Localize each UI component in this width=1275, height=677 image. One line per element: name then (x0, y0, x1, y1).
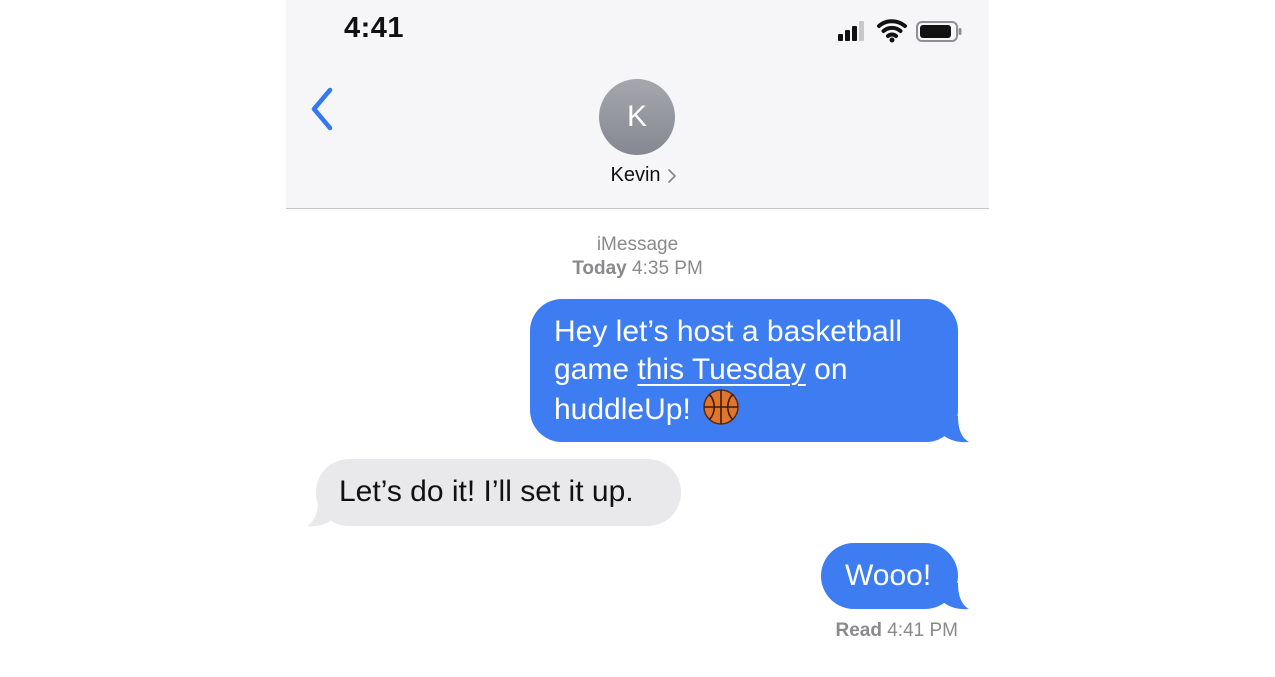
contact-name-button[interactable]: Kevin (610, 164, 676, 187)
chevron-left-icon (311, 87, 333, 131)
message-bubble-sent[interactable]: Hey let’s host a basketball game this Tu… (530, 299, 958, 442)
read-label: Read (835, 620, 882, 641)
date-link[interactable]: this Tuesday (637, 353, 805, 386)
date-time: 4:35 PM (632, 258, 703, 279)
message-bubble-received[interactable]: Let’s do it! I’ll set it up. (316, 459, 681, 526)
basketball-icon (703, 389, 739, 425)
chevron-right-icon (667, 168, 676, 183)
back-button[interactable] (304, 84, 344, 134)
message-text: Let’s do it! I’ll set it up. (339, 475, 634, 508)
message-text: Wooo! (845, 559, 932, 592)
contact-avatar[interactable]: K (599, 79, 675, 155)
read-receipt: Read 4:41 PM (835, 620, 958, 642)
date-label: Today 4:35 PM (286, 257, 989, 281)
cellular-signal-icon (838, 21, 864, 41)
conversation-meta: iMessage Today 4:35 PM (286, 233, 989, 281)
avatar-initial: K (626, 100, 647, 133)
status-bar-time: 4:41 (344, 12, 405, 44)
message-bubble-sent[interactable]: Wooo! (821, 543, 958, 609)
read-time: 4:41 PM (887, 620, 958, 641)
wifi-icon (877, 19, 907, 43)
service-label: iMessage (596, 234, 679, 255)
contact-name: Kevin (610, 164, 661, 186)
messages-screen: 4:41 K Kevin iMessage Today 4:35 PM Hey … (286, 0, 989, 677)
conversation-header: 4:41 K Kevin (286, 0, 989, 209)
battery-icon (916, 21, 962, 42)
date-day: Today (572, 258, 627, 279)
status-bar-icons (838, 19, 962, 43)
contact-name-row: Kevin (286, 164, 989, 187)
